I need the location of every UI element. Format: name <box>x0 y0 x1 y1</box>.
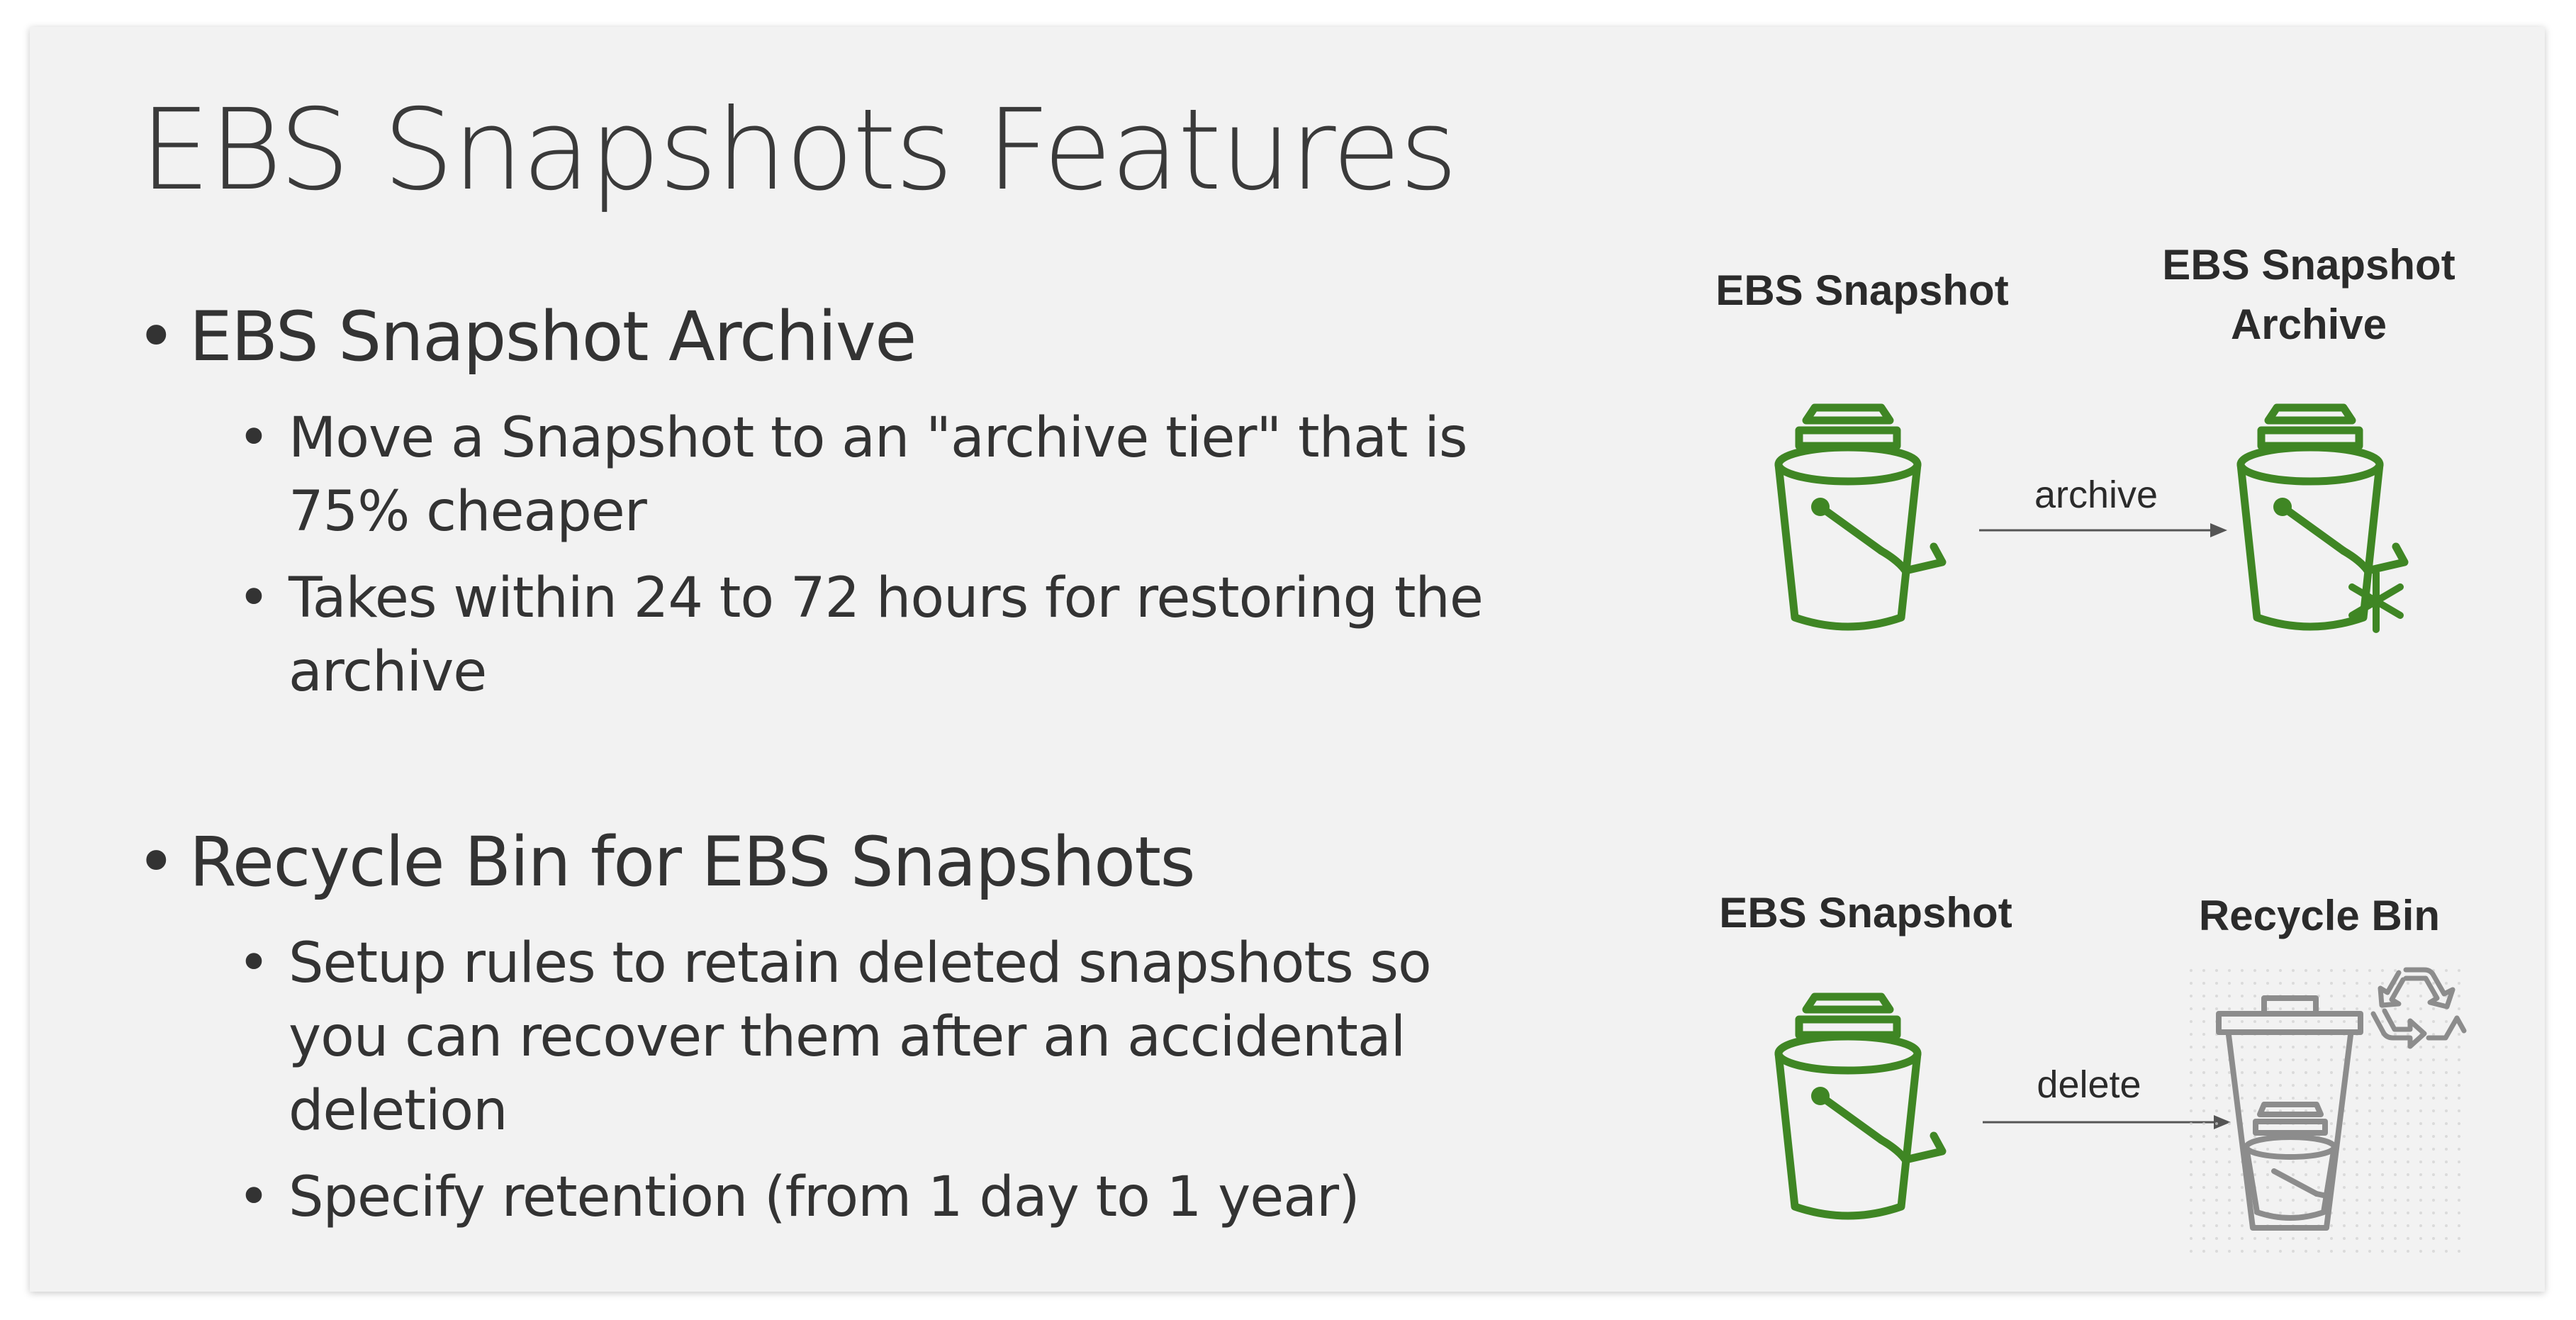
bucket-icon <box>1774 992 1947 1220</box>
page: EBS Snapshots Features EBS Snapshot Arch… <box>0 0 2576 1320</box>
delete-arrow-label: delete <box>2037 1063 2141 1106</box>
bullet-item: Takes within 24 to 72 hours for restorin… <box>136 561 1518 709</box>
archive-target-label: EBS Snapshot Archive <box>2162 241 2455 348</box>
bullet-item: Move a Snapshot to an "archive tier" tha… <box>136 401 1518 549</box>
bucket-icon <box>1774 403 1947 631</box>
slide: EBS Snapshots Features EBS Snapshot Arch… <box>30 27 2545 1292</box>
archive-source-label: EBS Snapshot <box>1715 267 2009 314</box>
bullet-list: Move a Snapshot to an "archive tier" tha… <box>136 401 1518 709</box>
section-heading: EBS Snapshot Archive <box>136 298 1518 376</box>
recycle-target-label: Recycle Bin <box>2198 892 2441 939</box>
recycle-source-label: EBS Snapshot <box>1719 889 2012 936</box>
bullet-item: Specify retention (from 1 day to 1 year) <box>136 1160 1518 1234</box>
section-archive: EBS Snapshot Archive Move a Snapshot to … <box>136 298 1518 722</box>
section-recycle-bin: Recycle Bin for EBS Snapshots Setup rule… <box>136 823 1518 1247</box>
slide-title: EBS Snapshots Features <box>140 85 1458 216</box>
archive-arrow-label: archive <box>2034 474 2158 516</box>
archive-arrow <box>1979 523 2227 537</box>
bullet-item: Setup rules to retain deleted snapshots … <box>136 927 1518 1148</box>
section-heading: Recycle Bin for EBS Snapshots <box>136 823 1518 902</box>
bullet-list: Setup rules to retain deleted snapshots … <box>136 927 1518 1234</box>
recycle-bin-icon <box>2185 964 2468 1262</box>
archive-bucket-snowflake-icon <box>2236 403 2409 633</box>
